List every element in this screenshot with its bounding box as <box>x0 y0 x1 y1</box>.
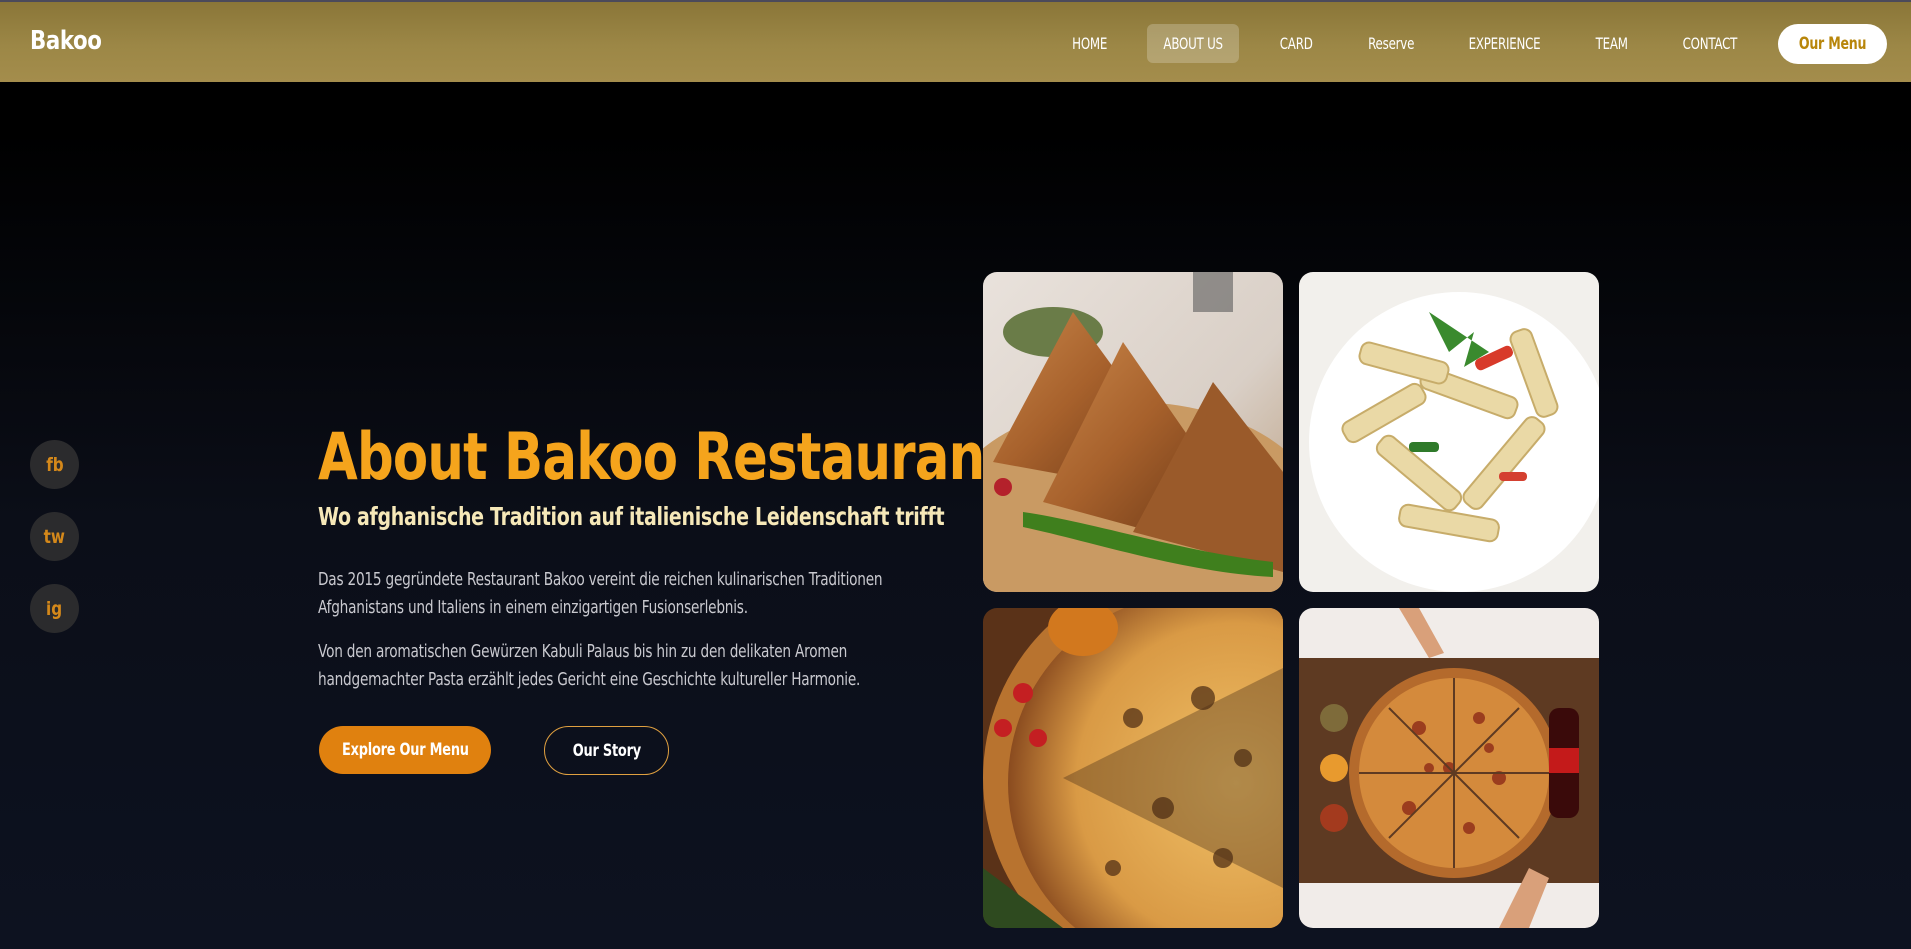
pizza-sharing-photo <box>1299 608 1599 928</box>
intro-paragraph: Das 2015 gegründete Restaurant Bakoo ver… <box>318 569 883 618</box>
our-menu-button[interactable]: Our Menu <box>1778 24 1887 64</box>
nav-contact[interactable]: CONTACT <box>1670 24 1750 63</box>
nav-reserve[interactable]: Reserve <box>1356 24 1426 63</box>
nav-home[interactable]: HOME <box>1059 24 1121 63</box>
nav-team[interactable]: TEAM <box>1584 24 1639 63</box>
explore-menu-button[interactable]: Explore Our Menu <box>319 726 491 774</box>
facebook-icon[interactable]: fb <box>30 440 79 489</box>
pizza-closeup-photo <box>983 608 1283 928</box>
instagram-icon[interactable]: ig <box>30 584 79 633</box>
page-subtitle: Wo afghanische Tradition auf italienisch… <box>318 502 945 531</box>
our-story-button[interactable]: Our Story <box>544 726 669 775</box>
penne-pasta-photo <box>1299 272 1599 592</box>
logo[interactable]: Bakoo <box>30 26 102 56</box>
nav-about-us[interactable]: ABOUT US <box>1147 24 1239 63</box>
samosa-photo <box>983 272 1283 592</box>
nav-experience[interactable]: EXPERIENCE <box>1455 24 1555 63</box>
twitter-icon[interactable]: tw <box>30 512 79 561</box>
story-paragraph: Von den aromatischen Gewürzen Kabuli Pal… <box>318 641 861 690</box>
nav-card[interactable]: CARD <box>1263 24 1329 63</box>
site-header: Bakoo HOME ABOUT US CARD Reserve EXPERIE… <box>0 0 1911 82</box>
page-title: About Bakoo Restaurant <box>318 420 1009 495</box>
